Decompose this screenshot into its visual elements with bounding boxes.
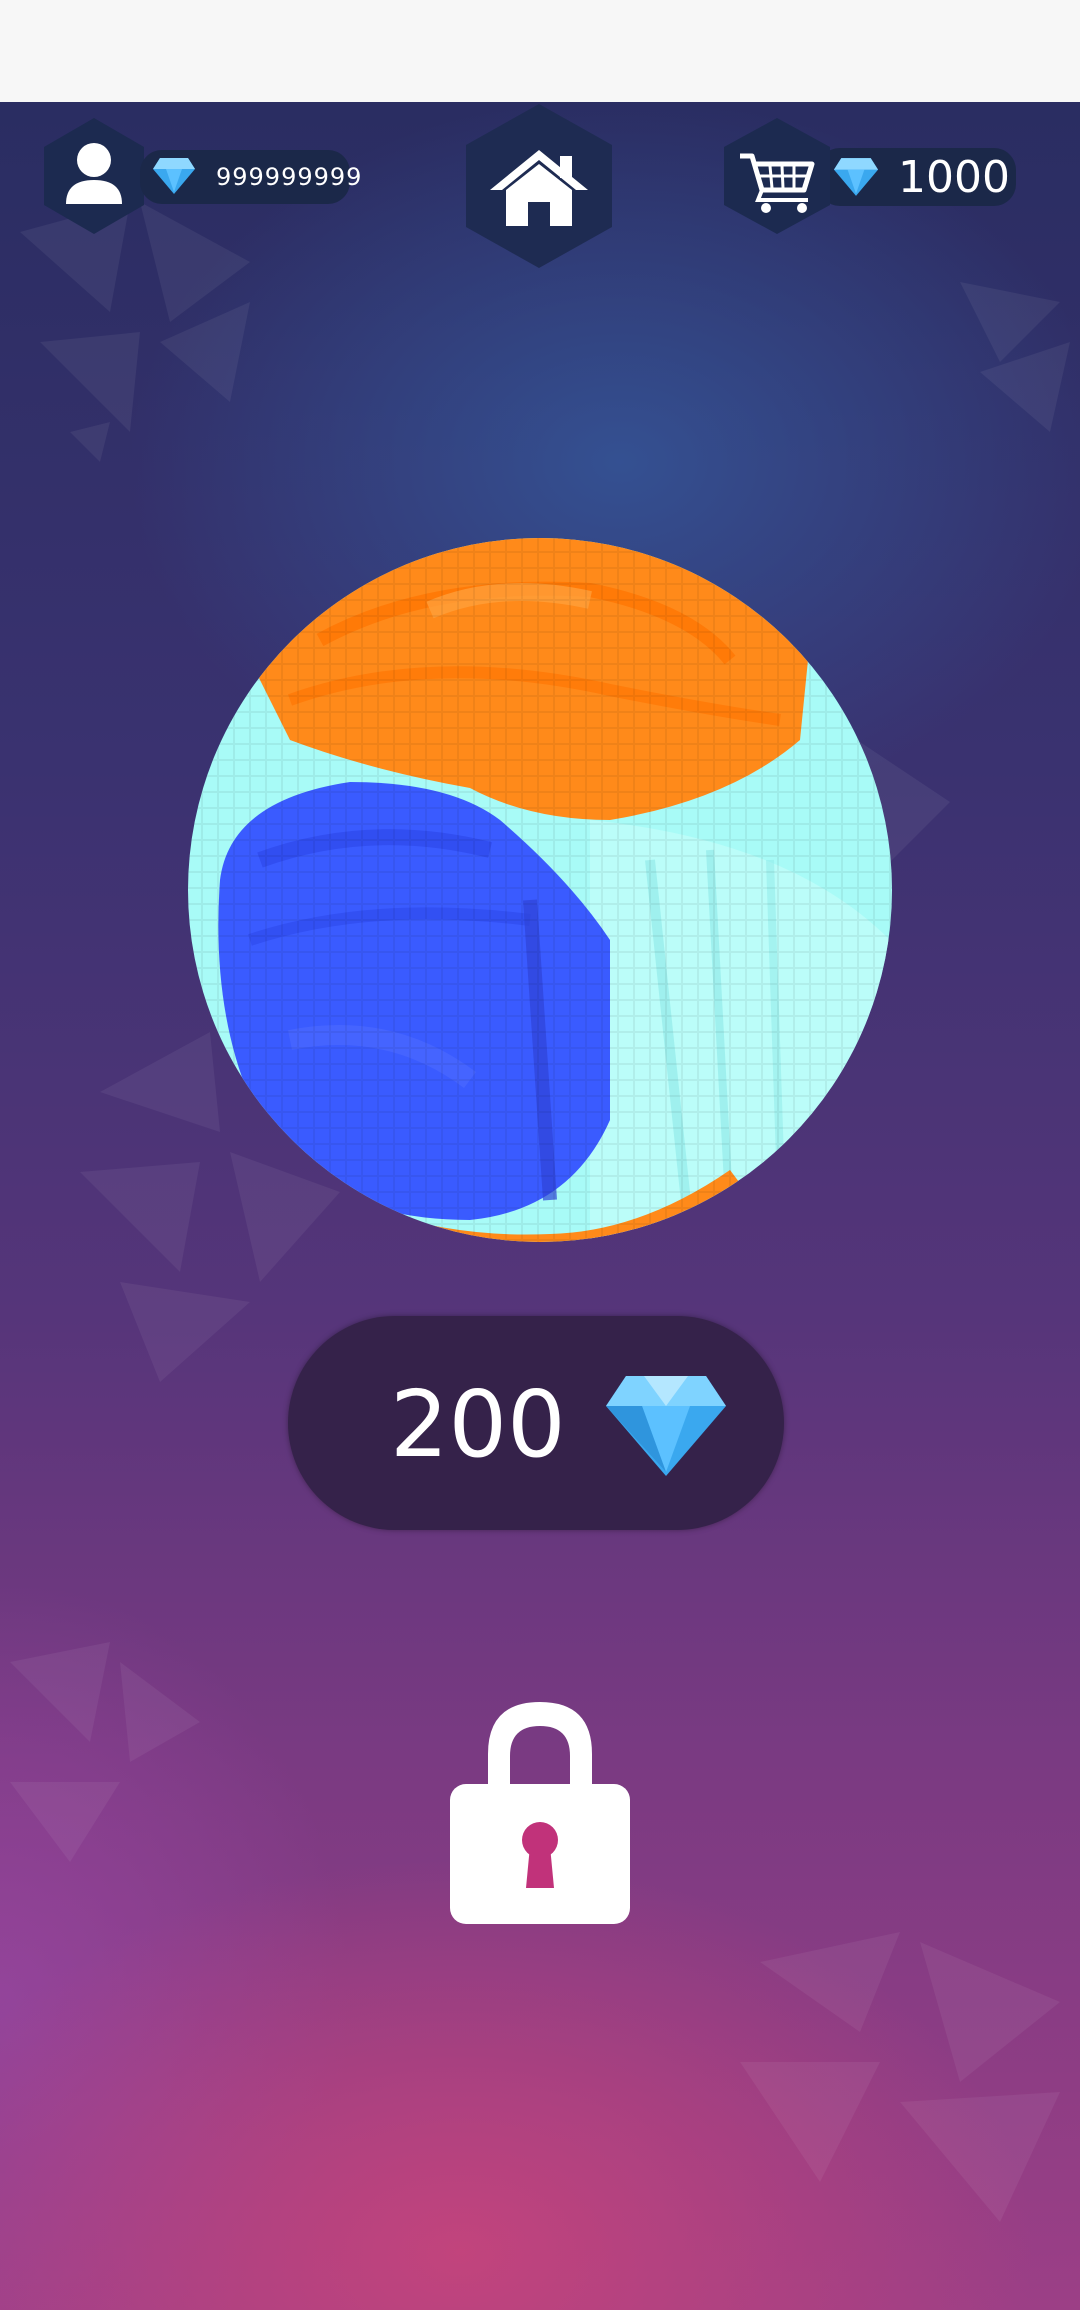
diamond-icon — [833, 158, 879, 196]
app-screen: 999999999 1000 200 — [0, 0, 1080, 2310]
status-bar — [0, 0, 1080, 102]
ball-skin-preview[interactable] — [170, 520, 910, 1260]
player-gem-count: 999999999 — [216, 163, 363, 191]
diamond-icon — [606, 1376, 726, 1476]
lock-icon — [450, 1702, 630, 1924]
price-value: 200 — [390, 1371, 566, 1478]
diamond-icon — [153, 158, 195, 194]
shop-gem-count: 1000 — [898, 151, 1010, 203]
